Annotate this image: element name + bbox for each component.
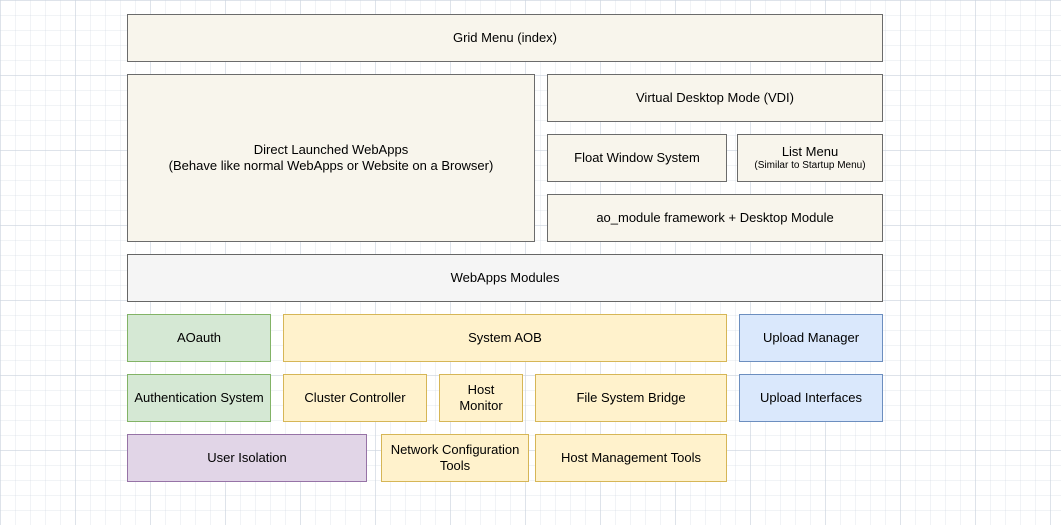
box-network-configuration-tools-label: Network Configuration Tools: [388, 442, 522, 475]
box-system-aob-label: System AOB: [468, 330, 542, 346]
diagram-canvas: Grid Menu (index) Direct Launched WebApp…: [0, 0, 1061, 525]
box-aoauth-label: AOauth: [177, 330, 221, 346]
box-system-aob: System AOB: [283, 314, 727, 362]
box-cluster-controller-label: Cluster Controller: [304, 390, 405, 406]
box-upload-manager: Upload Manager: [739, 314, 883, 362]
box-user-isolation-label: User Isolation: [207, 450, 286, 466]
box-webapps-modules: WebApps Modules: [127, 254, 883, 302]
box-upload-manager-label: Upload Manager: [763, 330, 859, 346]
box-file-system-bridge: File System Bridge: [535, 374, 727, 422]
box-direct-launched-webapps: Direct Launched WebApps (Behave like nor…: [127, 74, 535, 242]
box-grid-menu: Grid Menu (index): [127, 14, 883, 62]
box-host-management-tools-label: Host Management Tools: [561, 450, 701, 466]
box-file-system-bridge-label: File System Bridge: [576, 390, 685, 406]
box-grid-menu-label: Grid Menu (index): [453, 30, 557, 46]
box-list-menu-line1: List Menu: [782, 144, 838, 160]
box-authentication-system: Authentication System: [127, 374, 271, 422]
box-authentication-system-label: Authentication System: [134, 390, 263, 406]
box-upload-interfaces: Upload Interfaces: [739, 374, 883, 422]
box-network-configuration-tools: Network Configuration Tools: [381, 434, 529, 482]
box-float-window-system: Float Window System: [547, 134, 727, 182]
box-cluster-controller: Cluster Controller: [283, 374, 427, 422]
box-user-isolation: User Isolation: [127, 434, 367, 482]
box-direct-launched-webapps-line2: (Behave like normal WebApps or Website o…: [169, 158, 494, 174]
box-list-menu: List Menu (Similar to Startup Menu): [737, 134, 883, 182]
box-virtual-desktop-mode-label: Virtual Desktop Mode (VDI): [636, 90, 794, 106]
box-list-menu-line2: (Similar to Startup Menu): [754, 160, 865, 173]
box-upload-interfaces-label: Upload Interfaces: [760, 390, 862, 406]
box-float-window-system-label: Float Window System: [574, 150, 700, 166]
box-ao-module-framework: ao_module framework + Desktop Module: [547, 194, 883, 242]
box-host-management-tools: Host Management Tools: [535, 434, 727, 482]
box-host-monitor-label: Host Monitor: [446, 382, 516, 415]
box-virtual-desktop-mode: Virtual Desktop Mode (VDI): [547, 74, 883, 122]
box-direct-launched-webapps-line1: Direct Launched WebApps: [254, 142, 408, 158]
box-aoauth: AOauth: [127, 314, 271, 362]
box-webapps-modules-label: WebApps Modules: [451, 270, 560, 286]
box-ao-module-framework-label: ao_module framework + Desktop Module: [596, 210, 833, 226]
box-host-monitor: Host Monitor: [439, 374, 523, 422]
